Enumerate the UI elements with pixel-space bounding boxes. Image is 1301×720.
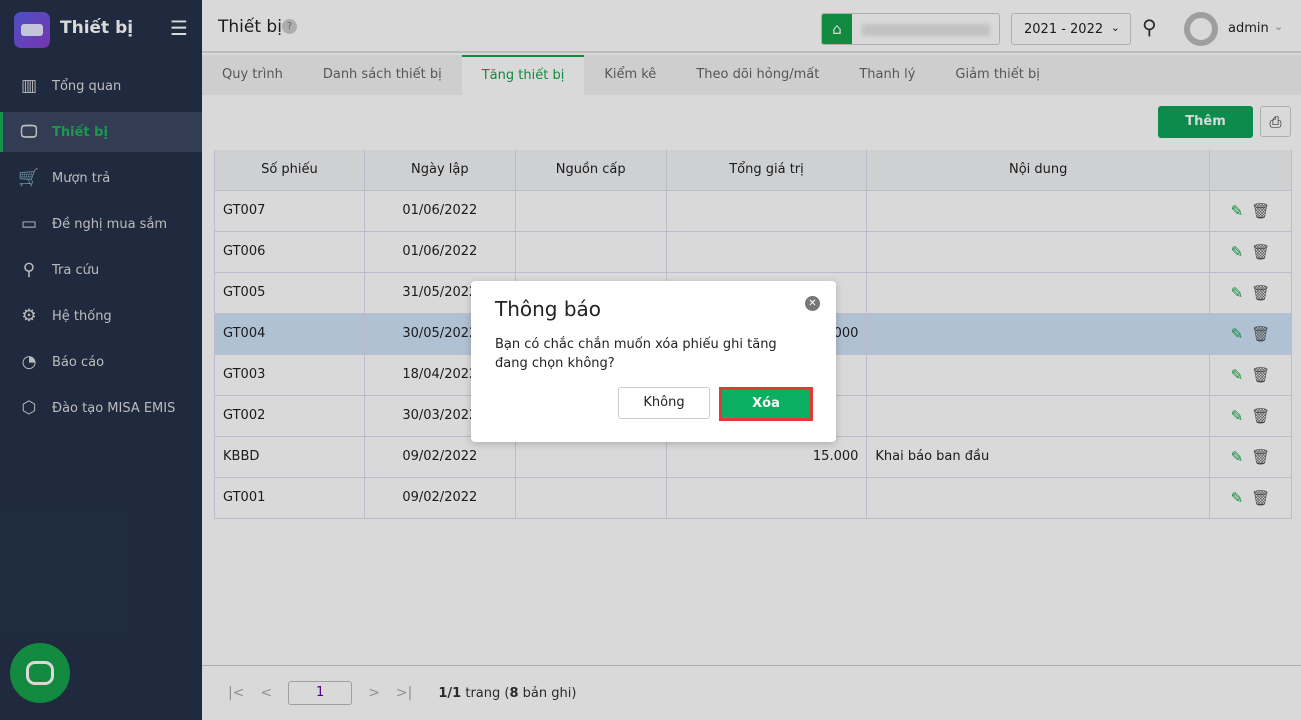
confirm-delete-button[interactable]: Xóa [719, 387, 813, 421]
dialog-title: Thông báo [495, 297, 602, 321]
cancel-button[interactable]: Không [618, 387, 710, 419]
dialog-message: Bạn có chắc chắn muốn xóa phiếu ghi tăng… [495, 337, 777, 371]
close-icon[interactable]: ✕ [805, 296, 820, 311]
confirm-dialog: Thông báo ✕ Bạn có chắc chắn muốn xóa ph… [471, 281, 836, 442]
